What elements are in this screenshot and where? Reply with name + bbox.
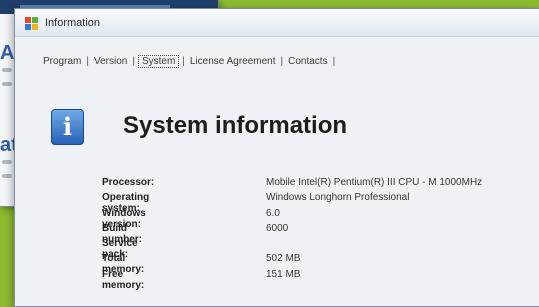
property-label: Free memory: [102, 268, 145, 291]
page-title: System information [123, 112, 348, 139]
property-value: Mobile Intel(R) Pentium(R) III CPU - M 1… [266, 177, 483, 188]
tab-bar: Program | Version | System | License Agreement… [41, 55, 338, 68]
property-value: Windows Longhorn Professional [266, 192, 410, 204]
tab-separator: | [132, 56, 135, 67]
window-title: Information [45, 17, 101, 29]
tab-separator: | [182, 56, 185, 67]
tab-separator: | [332, 56, 336, 67]
property-value: 151 MB [266, 268, 301, 280]
background-text-line [2, 82, 12, 86]
tab-system[interactable]: System [137, 55, 180, 68]
tab-program[interactable]: Program [41, 56, 83, 67]
background-text-line [2, 68, 12, 72]
property-value: 502 MB [266, 253, 301, 265]
tab-license-agreement[interactable]: License Agreement [188, 56, 278, 67]
title-bar[interactable]: Information [15, 9, 539, 37]
background-text-line [2, 160, 12, 164]
property-value: 6.0 [266, 207, 280, 219]
app-logo-icon [25, 17, 38, 30]
tab-contacts[interactable]: Contacts [286, 56, 329, 67]
property-value: 6000 [266, 222, 289, 234]
tab-version[interactable]: Version [92, 56, 129, 67]
background-heading-1: A [0, 42, 15, 64]
information-window: Information Program | Version | System | Licen… [14, 8, 539, 307]
background-text-line [2, 174, 12, 178]
info-icon: i [51, 109, 84, 145]
tab-separator: | [86, 56, 89, 67]
property-label: Processor: [102, 177, 155, 188]
tab-separator: | [280, 56, 284, 67]
